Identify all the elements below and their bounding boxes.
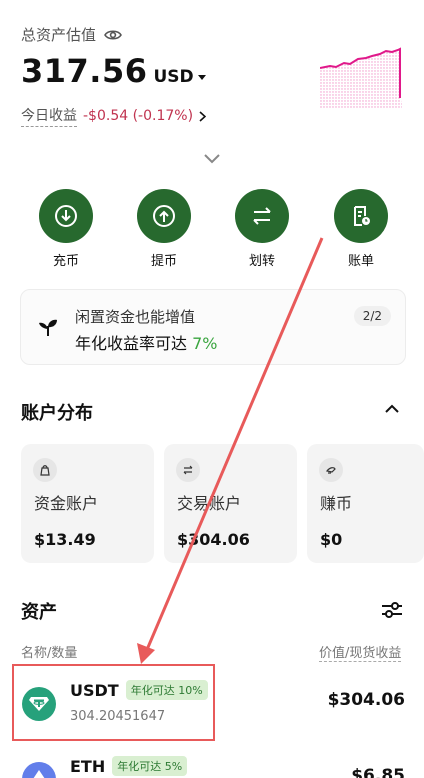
transfer-button[interactable]: 划转	[227, 189, 297, 269]
deposit-icon	[39, 189, 93, 243]
promo-banner[interactable]: 闲置资金也能增值 年化收益率可达 7% 2/2	[20, 289, 406, 365]
eth-title-row[interactable]: ETH 年化可达 5%	[70, 756, 188, 776]
collapse-chevron-icon[interactable]	[384, 403, 400, 415]
transfer-label: 划转	[248, 254, 275, 269]
total-assets-value: 317.56 USD	[21, 52, 206, 90]
eth-value: $6.85	[351, 766, 405, 778]
assets-section-title: 资产	[21, 602, 57, 623]
column-header-value[interactable]: 价值/现货收益	[319, 642, 402, 662]
trading-account-card[interactable]: 交易账户 $304.06	[164, 444, 297, 563]
bill-icon	[334, 189, 388, 243]
total-assets-number: 317.56	[21, 52, 148, 90]
wallet-icon	[33, 458, 57, 482]
bill-button[interactable]: 账单	[326, 189, 396, 269]
chevron-right-icon	[199, 110, 207, 122]
earn-icon	[319, 458, 343, 482]
transfer-icon	[235, 189, 289, 243]
eth-symbol: ETH	[70, 756, 106, 776]
promo-subtitle: 年化收益率可达 7%	[75, 330, 217, 354]
promo-pager: 2/2	[353, 306, 391, 326]
trading-account-name: 交易账户	[177, 494, 242, 513]
withdraw-button[interactable]: 提币	[129, 189, 199, 269]
eth-coin-icon	[22, 762, 56, 778]
earn-account-name: 赚币	[320, 494, 353, 513]
sprout-icon	[39, 319, 57, 336]
column-header-name: 名称/数量	[21, 646, 78, 661]
total-assets-label-text: 总资产估值	[21, 26, 97, 44]
today-pnl[interactable]: 今日收益 -$0.54 (-0.17%)	[21, 105, 207, 127]
currency-selector[interactable]: USD	[153, 67, 206, 87]
total-assets-label: 总资产估值	[21, 24, 122, 45]
eye-icon[interactable]	[104, 29, 122, 41]
eth-apy-badge: 年化可达 5%	[112, 756, 188, 776]
bill-label: 账单	[347, 254, 374, 269]
usdt-value: $304.06	[327, 690, 405, 710]
annotation-highlight-box	[12, 664, 215, 741]
funding-account-name: 资金账户	[34, 494, 99, 513]
withdraw-label: 提币	[150, 254, 177, 269]
deposit-button[interactable]: 充币	[31, 189, 101, 269]
withdraw-icon	[137, 189, 191, 243]
funding-account-amount: $13.49	[34, 530, 96, 549]
funding-account-card[interactable]: 资金账户 $13.49	[21, 444, 154, 563]
accounts-section-title: 账户分布	[21, 403, 93, 424]
expand-chevron-icon[interactable]	[203, 153, 221, 164]
today-pnl-value: -$0.54 (-0.17%)	[83, 108, 194, 124]
promo-rate: 7%	[192, 334, 218, 353]
trading-account-amount: $304.06	[177, 530, 250, 549]
promo-subtitle-text: 年化收益率可达	[75, 334, 193, 353]
earn-account-card[interactable]: 赚币 $0	[307, 444, 424, 563]
earn-account-amount: $0	[320, 530, 343, 549]
balance-sparkline	[320, 47, 402, 108]
currency-label: USD	[153, 67, 194, 87]
exchange-icon	[176, 458, 200, 482]
deposit-label: 充币	[52, 254, 79, 269]
promo-title: 闲置资金也能增值	[75, 308, 196, 326]
caret-down-icon	[197, 74, 206, 80]
filter-icon[interactable]	[380, 600, 404, 620]
today-pnl-label: 今日收益	[21, 105, 77, 127]
